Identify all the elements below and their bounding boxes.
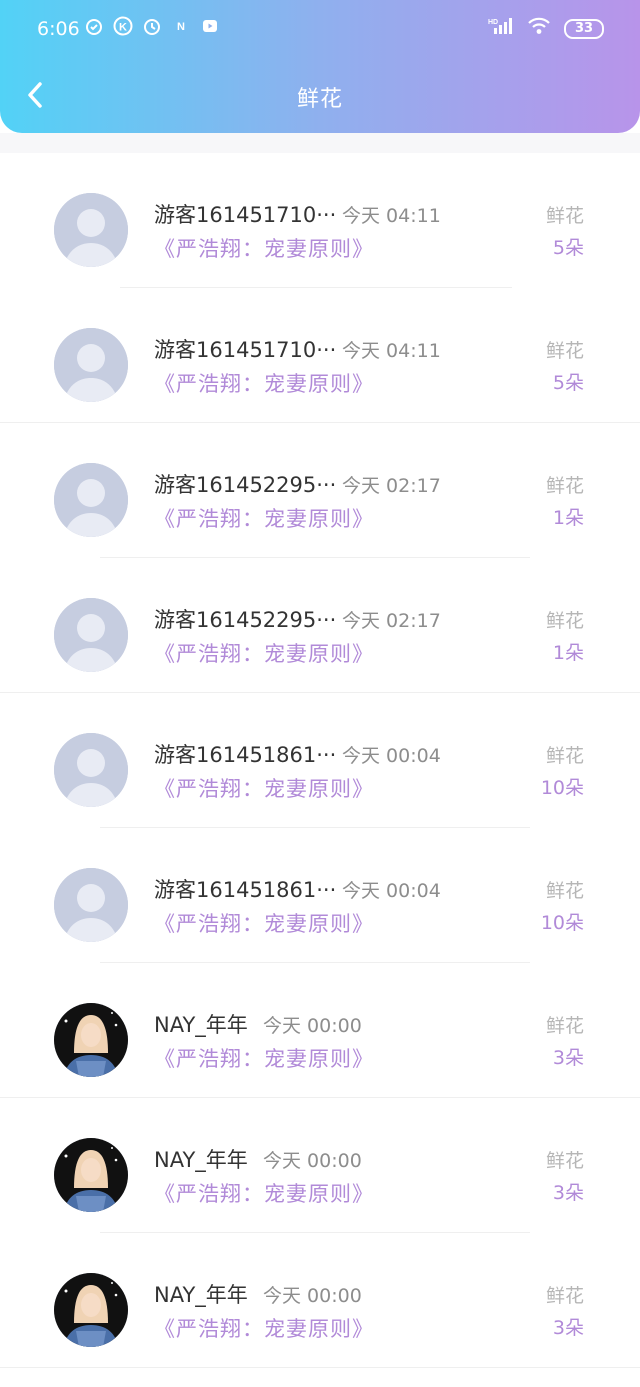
flower-count: 3朵 [552,1182,584,1204]
default-avatar-icon [54,868,128,942]
gift-type-label: 鲜花 [545,610,584,632]
user-name[interactable]: 游客161451710··· [154,334,336,364]
gift-time: 今天 00:04 [342,880,441,902]
book-title[interactable]: 《严浩翔：宠妻原则》 [154,773,374,803]
avatar[interactable] [54,733,128,807]
list-item[interactable]: NAY_年年 今天 00:00 《严浩翔：宠妻原则》 鲜花 3朵 [0,1098,640,1233]
gift-type-label: 鲜花 [545,475,584,497]
avatar[interactable] [54,868,128,942]
svg-text:HD: HD [488,19,498,26]
gift-type-label: 鲜花 [545,205,584,227]
user-name[interactable]: 游客161451861··· [154,874,336,904]
avatar[interactable] [54,1138,128,1212]
user-name[interactable]: 游客161451710··· [154,199,336,229]
status-time: 6:06 [37,18,80,40]
user-name[interactable]: NAY_年年 [154,1144,248,1174]
user-photo-avatar-icon [54,1273,128,1347]
alarm-icon [84,16,104,36]
avatar[interactable] [54,598,128,672]
book-title[interactable]: 《严浩翔：宠妻原则》 [154,638,374,668]
user-name[interactable]: NAY_年年 [154,1009,248,1039]
gift-time: 今天 02:17 [342,610,441,632]
flower-count: 10朵 [540,777,584,799]
default-avatar-icon [54,328,128,402]
gift-type-label: 鲜花 [545,880,584,902]
gift-type-label: 鲜花 [545,1015,584,1037]
flower-count: 3朵 [552,1047,584,1069]
book-title[interactable]: 《严浩翔：宠妻原则》 [154,1178,374,1208]
n-icon: N [171,16,191,36]
list-item[interactable]: NAY_年年 今天 00:00 《严浩翔：宠妻原则》 鲜花 3朵 [0,963,640,1098]
status-bar: 6:06 K N HD 33 [0,0,640,58]
flower-count: 10朵 [540,912,584,934]
flower-count: 1朵 [552,642,584,664]
user-name[interactable]: NAY_年年 [154,1279,248,1309]
svg-text:N: N [177,21,185,33]
user-name[interactable]: 游客161451861··· [154,739,336,769]
book-title[interactable]: 《严浩翔：宠妻原则》 [154,908,374,938]
wifi-icon [528,17,550,40]
avatar[interactable] [54,1003,128,1077]
svg-text:K: K [119,22,127,34]
book-title[interactable]: 《严浩翔：宠妻原则》 [154,1313,374,1343]
page-title: 鲜花 [296,87,343,112]
gift-time: 今天 04:11 [342,205,441,227]
user-photo-avatar-icon [54,1138,128,1212]
avatar[interactable] [54,463,128,537]
avatar[interactable] [54,328,128,402]
gift-type-label: 鲜花 [545,745,584,767]
list-item[interactable]: 游客161452295··· 今天 02:17 《严浩翔：宠妻原则》 鲜花 1朵 [0,423,640,558]
list-item[interactable]: 游客161451861··· 今天 00:04 《严浩翔：宠妻原则》 鲜花 10… [0,828,640,963]
avatar[interactable] [54,193,128,267]
avatar[interactable] [54,1273,128,1347]
play-icon [200,16,220,36]
user-photo-avatar-icon [54,1003,128,1077]
clock-icon [142,16,162,36]
default-avatar-icon [54,598,128,672]
gift-time: 今天 02:17 [342,475,441,497]
list-item[interactable]: 游客161452295··· 今天 02:17 《严浩翔：宠妻原则》 鲜花 1朵 [0,558,640,693]
book-title[interactable]: 《严浩翔：宠妻原则》 [154,368,374,398]
list-item[interactable]: 游客161451710··· 今天 04:11 《严浩翔：宠妻原则》 鲜花 5朵 [0,288,640,423]
default-avatar-icon [54,733,128,807]
gift-time: 今天 00:04 [342,745,441,767]
default-avatar-icon [54,463,128,537]
book-title[interactable]: 《严浩翔：宠妻原则》 [154,233,374,263]
gift-type-label: 鲜花 [545,340,584,362]
flower-record-list: 游客161451710··· 今天 04:11 《严浩翔：宠妻原则》 鲜花 5朵… [0,153,640,1368]
flower-count: 3朵 [552,1317,584,1339]
signal-icon: HD [488,16,514,41]
header-bar: 6:06 K N HD 33 鲜花 [0,0,640,133]
gift-type-label: 鲜花 [545,1150,584,1172]
gift-type-label: 鲜花 [545,1285,584,1307]
user-name[interactable]: 游客161452295··· [154,469,336,499]
list-item[interactable]: NAY_年年 今天 00:00 《严浩翔：宠妻原则》 鲜花 3朵 [0,1233,640,1368]
gift-time: 今天 00:00 [263,1015,362,1037]
book-title[interactable]: 《严浩翔：宠妻原则》 [154,503,374,533]
list-item[interactable]: 游客161451861··· 今天 00:04 《严浩翔：宠妻原则》 鲜花 10… [0,693,640,828]
gift-time: 今天 04:11 [342,340,441,362]
k-app-icon: K [113,16,133,36]
flower-count: 5朵 [552,237,584,259]
list-item[interactable]: 游客161451710··· 今天 04:11 《严浩翔：宠妻原则》 鲜花 5朵 [0,153,640,288]
battery-indicator: 33 [564,18,604,39]
gift-time: 今天 00:00 [263,1150,362,1172]
header-separator [0,133,640,153]
gift-time: 今天 00:00 [263,1285,362,1307]
row-divider [0,1367,640,1368]
default-avatar-icon [54,193,128,267]
flower-count: 1朵 [552,507,584,529]
flower-count: 5朵 [552,372,584,394]
user-name[interactable]: 游客161452295··· [154,604,336,634]
book-title[interactable]: 《严浩翔：宠妻原则》 [154,1043,374,1073]
